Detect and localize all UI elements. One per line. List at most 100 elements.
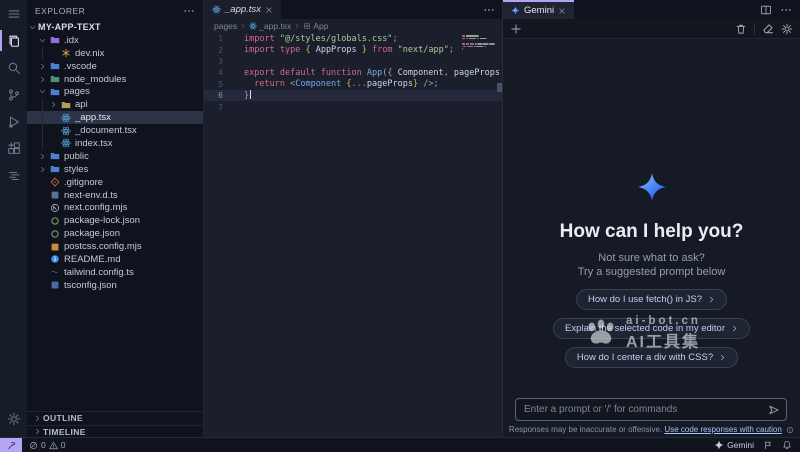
chevron-right-icon (37, 166, 48, 173)
explorer-more-actions-icon[interactable] (183, 5, 195, 17)
tree-item-postcss-config-mjs[interactable]: postcss.config.mjs (27, 240, 203, 253)
code-line[interactable]: 7 (204, 101, 503, 112)
line-number: 5 (204, 80, 223, 89)
chevron-right-icon (31, 415, 43, 422)
activity-bar (0, 0, 28, 438)
suggested-prompt-1[interactable]: How do I use fetch() in JS? (576, 289, 727, 310)
search-icon[interactable] (0, 54, 27, 81)
code-line[interactable]: 2import type { AppProps } from "next/app… (204, 44, 503, 55)
close-tab-icon[interactable] (265, 6, 273, 14)
notifications-bell-icon[interactable] (782, 440, 792, 450)
suggested-prompt-3[interactable]: How do I center a div with CSS? (565, 347, 738, 368)
tree-item-next-config-mjs[interactable]: next.config.mjs (27, 201, 203, 214)
chevron-down-icon (37, 37, 48, 44)
line-number: 6 (204, 91, 223, 100)
chevron-right-icon (240, 23, 246, 29)
tree-item--gitignore[interactable]: .gitignore (27, 176, 203, 189)
tree-item-api[interactable]: api (27, 98, 203, 111)
outline-label: OUTLINE (43, 413, 83, 423)
tree-item--document-tsx[interactable]: _document.tsx (27, 124, 203, 137)
delete-chat-icon[interactable] (735, 23, 747, 35)
settings-gear-icon[interactable] (0, 405, 27, 432)
gemini-settings-icon[interactable] (781, 23, 793, 35)
statusbar-gemini[interactable]: Gemini (714, 440, 754, 450)
tree-item-label: .vscode (64, 61, 97, 72)
close-tab-icon[interactable] (558, 7, 566, 15)
code-line[interactable]: 4export default function App({ Component… (204, 67, 503, 78)
clear-chat-icon[interactable] (762, 23, 774, 35)
outline-section[interactable]: OUTLINE (27, 411, 203, 425)
feedback-icon[interactable] (763, 440, 773, 450)
tree-item-public[interactable]: public (27, 150, 203, 163)
npm-icon (48, 216, 61, 226)
tree-item--idx[interactable]: .idx (27, 34, 203, 47)
menu-icon[interactable] (0, 0, 27, 27)
remote-indicator[interactable] (0, 438, 22, 452)
tree-item-pages[interactable]: pages (27, 85, 203, 98)
code-line[interactable]: 5 return <Component {...pageProps} />; (204, 79, 503, 90)
explorer-sidebar: EXPLORER MY-APP-TEXT.idxdev.nix.vscodeno… (27, 0, 203, 438)
timeline-section[interactable]: TIMELINE (27, 425, 203, 439)
tab-gemini[interactable]: Gemini (503, 0, 574, 19)
tree-item-label: postcss.config.mjs (64, 241, 142, 252)
tree-item-readme-md[interactable]: README.md (27, 253, 203, 266)
breadcrumb-item-app[interactable]: App (303, 21, 328, 31)
editor-more-actions-icon[interactable] (483, 4, 495, 16)
disclaimer-link[interactable]: Use code responses with caution (664, 425, 781, 434)
tree-item--app-tsx[interactable]: _app.tsx (27, 111, 203, 124)
tree-item-package-json[interactable]: package.json (27, 227, 203, 240)
minimap[interactable] (462, 35, 495, 54)
send-icon[interactable] (768, 404, 780, 416)
editor-tab-app-tsx[interactable]: _app.tsx (204, 0, 281, 19)
chevron-right-icon (48, 101, 59, 108)
folder-icon (48, 164, 61, 174)
run-debug-icon[interactable] (0, 108, 27, 135)
tree-item-node-modules[interactable]: node_modules (27, 73, 203, 86)
prompt-input[interactable] (516, 404, 768, 415)
gemini-sparkle-icon (511, 6, 520, 15)
breadcrumb-item--app-tsx[interactable]: _app.tsx (249, 21, 291, 31)
gemini-tab-label: Gemini (524, 5, 554, 16)
explorer-icon[interactable] (0, 27, 27, 54)
line-number: 7 (204, 103, 223, 112)
panel-more-actions-icon[interactable] (780, 4, 792, 16)
react-icon (59, 113, 72, 123)
react-icon (212, 5, 221, 14)
tree-item-tsconfig-json[interactable]: tsconfig.json (27, 279, 203, 292)
tree-item-next-env-d-ts[interactable]: next-env.d.ts (27, 189, 203, 202)
new-chat-icon[interactable] (510, 23, 522, 35)
line-number: 3 (204, 57, 223, 66)
gemini-sparkle-icon (714, 440, 724, 450)
tree-item-dev-nix[interactable]: dev.nix (27, 47, 203, 60)
extensions-icon[interactable] (0, 135, 27, 162)
welcome-subtext-1: Not sure what to ask? (503, 252, 800, 266)
tree-item-tailwind-config-ts[interactable]: tailwind.config.ts (27, 266, 203, 279)
code-line[interactable]: 1import "@/styles/globals.css"; (204, 33, 503, 44)
tree-item-label: .gitignore (64, 177, 103, 188)
source-control-icon[interactable] (0, 81, 27, 108)
status-bar: 0 0 Gemini (0, 437, 800, 452)
chevron-right-icon (37, 63, 48, 70)
idx-panel-icon[interactable] (0, 162, 27, 189)
code-line[interactable]: 3 (204, 56, 503, 67)
tree-item-my-app-text[interactable]: MY-APP-TEXT (27, 21, 203, 34)
remote-icon (7, 441, 16, 450)
folder-icon (48, 61, 61, 71)
tree-item-package-lock-json[interactable]: package-lock.json (27, 214, 203, 227)
tree-item-label: next.config.mjs (64, 202, 127, 213)
statusbar-gemini-label: Gemini (727, 440, 754, 450)
tree-item--vscode[interactable]: .vscode (27, 60, 203, 73)
problems-indicator[interactable]: 0 0 (29, 440, 65, 450)
tree-item-label: README.md (64, 254, 120, 265)
gemini-toolbar (503, 19, 800, 39)
errors-count: 0 (41, 440, 46, 450)
code-line[interactable]: 6} (204, 90, 503, 101)
split-editor-icon[interactable] (760, 4, 772, 16)
code-editor[interactable]: 1import "@/styles/globals.css";2import t… (204, 33, 503, 113)
tree-item-styles[interactable]: styles (27, 163, 203, 176)
sq-icon (48, 280, 61, 290)
tree-item-index-tsx[interactable]: index.tsx (27, 137, 203, 150)
gemini-welcome: How can I help you? Not sure what to ask… (503, 172, 800, 368)
breadcrumb-item-pages[interactable]: pages (214, 21, 237, 31)
suggested-prompt-2[interactable]: Explain the selected code in my editor (553, 318, 750, 339)
